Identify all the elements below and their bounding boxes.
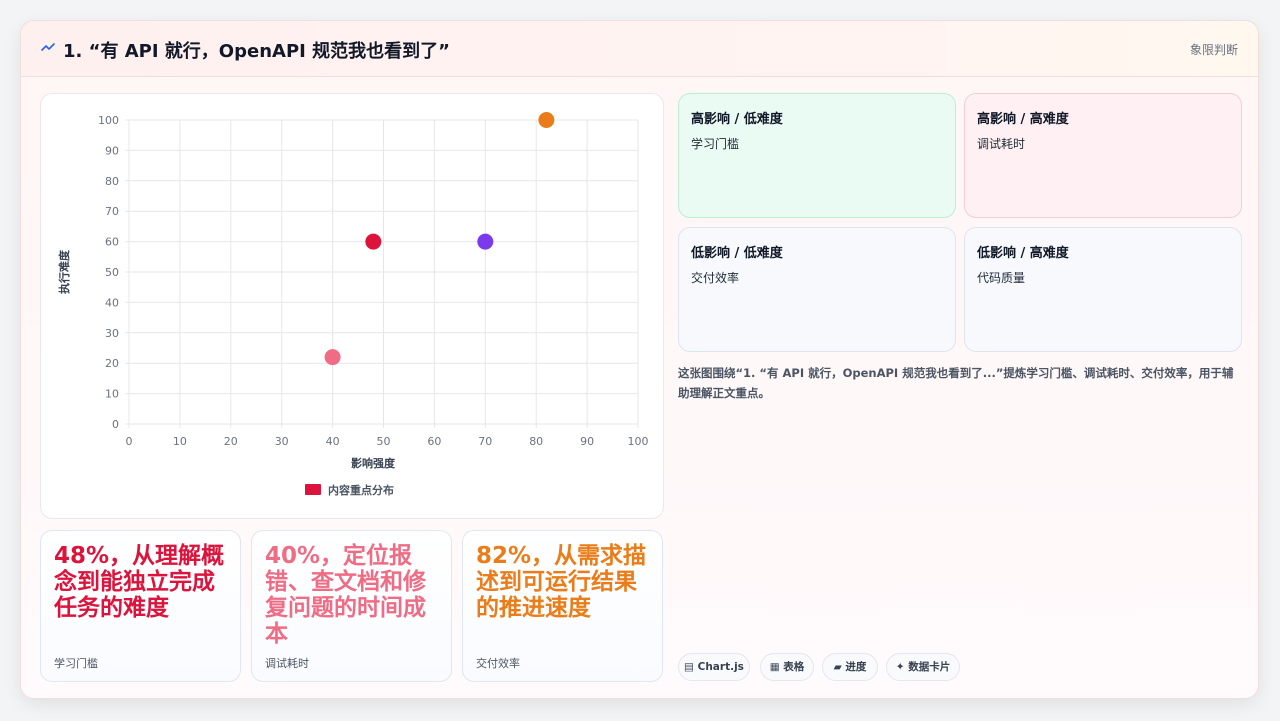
stat-label: 学习门槛 (54, 657, 98, 670)
quadrant-title: 低影响 / 高难度 (977, 246, 1069, 261)
y-tick-label: 70 (105, 205, 119, 218)
y-tick-label: 20 (105, 357, 119, 370)
quadrant-low-impact-high-difficulty: 低影响 / 高难度 代码质量 (964, 227, 1242, 352)
y-tick-label: 90 (105, 144, 119, 157)
y-tick-label: 0 (112, 418, 119, 431)
y-tick-label: 60 (105, 236, 119, 249)
x-tick-label: 60 (427, 435, 441, 448)
scatter-point (477, 233, 494, 250)
quadrant-low-impact-low-difficulty: 低影响 / 低难度 交付效率 (678, 227, 956, 352)
chip-chartjs[interactable]: ▤ Chart.js (678, 653, 750, 681)
chart-grid (125, 119, 639, 428)
y-axis-ticks: 0 10 20 30 40 50 60 70 80 90 100 (98, 114, 119, 431)
y-tick-label: 80 (105, 175, 119, 188)
scatter-chart-panel: 0 10 20 30 40 50 60 70 80 90 100 0 10 20 30 40 50 60 70 80… (40, 93, 664, 519)
chip-table[interactable]: ▦ 表格 (760, 653, 814, 681)
sparkle-icon: ✦ (895, 661, 905, 673)
y-tick-label: 50 (105, 266, 119, 279)
page-title: 1. “有 API 就行，OpenAPI 规范我也看到了” (63, 41, 450, 62)
x-tick-label: 90 (580, 435, 594, 448)
quadrant-item: 代码质量 (977, 271, 1026, 285)
stat-value: 48%，从理解概念到能独立完成任务的难度 (54, 543, 225, 621)
card-header: 1. “有 API 就行，OpenAPI 规范我也看到了” 象限判断 (21, 21, 1258, 77)
chip-progress[interactable]: ▰ 进度 (822, 653, 878, 681)
y-tick-label: 100 (98, 114, 119, 127)
x-tick-label: 20 (224, 435, 238, 448)
x-axis-ticks: 0 10 20 30 40 50 60 70 80 90 100 (126, 435, 649, 448)
quadrant-item: 交付效率 (691, 271, 740, 285)
x-tick-label: 50 (377, 435, 391, 448)
x-tick-label: 0 (126, 435, 133, 448)
y-axis-label: 执行难度 (57, 249, 71, 294)
progress-icon: ▰ (833, 661, 842, 673)
quadrant-item: 调试耗时 (977, 137, 1026, 151)
y-tick-label: 40 (105, 296, 119, 309)
stat-card-learning: 48%，从理解概念到能独立完成任务的难度 学习门槛 (40, 530, 241, 682)
quadrant-title: 低影响 / 低难度 (691, 246, 783, 261)
quadrant-high-impact-low-difficulty: 高影响 / 低难度 学习门槛 (678, 93, 956, 218)
y-tick-label: 10 (105, 388, 119, 401)
x-axis-label: 影响强度 (351, 456, 396, 470)
scatter-chart: 0 10 20 30 40 50 60 70 80 90 100 0 10 20 30 40 50 60 70 80… (57, 112, 649, 497)
stat-label: 调试耗时 (265, 657, 309, 670)
scatter-point (365, 233, 382, 250)
x-tick-label: 10 (173, 435, 187, 448)
quadrant-high-impact-high-difficulty: 高影响 / 高难度 调试耗时 (964, 93, 1242, 218)
legend-swatch (305, 484, 321, 495)
stat-card-debugging: 40%，定位报错、查文档和修复问题的时间成本 调试耗时 (251, 530, 452, 682)
stat-value: 82%，从需求描述到可运行结果的推进速度 (476, 543, 647, 621)
content-card: 1. “有 API 就行，OpenAPI 规范我也看到了” 象限判断 0 10 20… (20, 20, 1259, 699)
scatter-point (324, 349, 341, 366)
chart-description: 这张图围绕“1. “有 API 就行，OpenAPI 规范我也看到了...”提炼… (678, 366, 1234, 400)
x-tick-label: 40 (326, 435, 340, 448)
chip-label: 表格 (783, 661, 805, 673)
x-tick-label: 80 (529, 435, 543, 448)
stat-label: 交付效率 (476, 657, 520, 670)
x-tick-label: 70 (478, 435, 492, 448)
quadrant-item: 学习门槛 (691, 137, 740, 151)
quadrant-title: 高影响 / 高难度 (977, 112, 1069, 127)
scatter-point (538, 112, 555, 128)
stat-value: 40%，定位报错、查文档和修复问题的时间成本 (265, 543, 426, 647)
x-tick-label: 100 (628, 435, 649, 448)
header-tag: 象限判断 (1189, 43, 1238, 57)
chart-icon: ▤ (684, 661, 694, 673)
chip-label: 数据卡片 (908, 661, 951, 673)
stat-card-delivery: 82%，从需求描述到可运行结果的推进速度 交付效率 (462, 530, 663, 682)
y-tick-label: 30 (105, 327, 119, 340)
table-icon: ▦ (769, 661, 780, 673)
chip-label: 进度 (845, 661, 867, 673)
chip-label: Chart.js (697, 661, 744, 673)
legend-label: 内容重点分布 (328, 483, 394, 497)
quadrant-title: 高影响 / 低难度 (691, 112, 783, 127)
wave-line-icon (41, 43, 55, 51)
x-tick-label: 30 (275, 435, 289, 448)
chip-data-card[interactable]: ✦ 数据卡片 (886, 653, 960, 681)
